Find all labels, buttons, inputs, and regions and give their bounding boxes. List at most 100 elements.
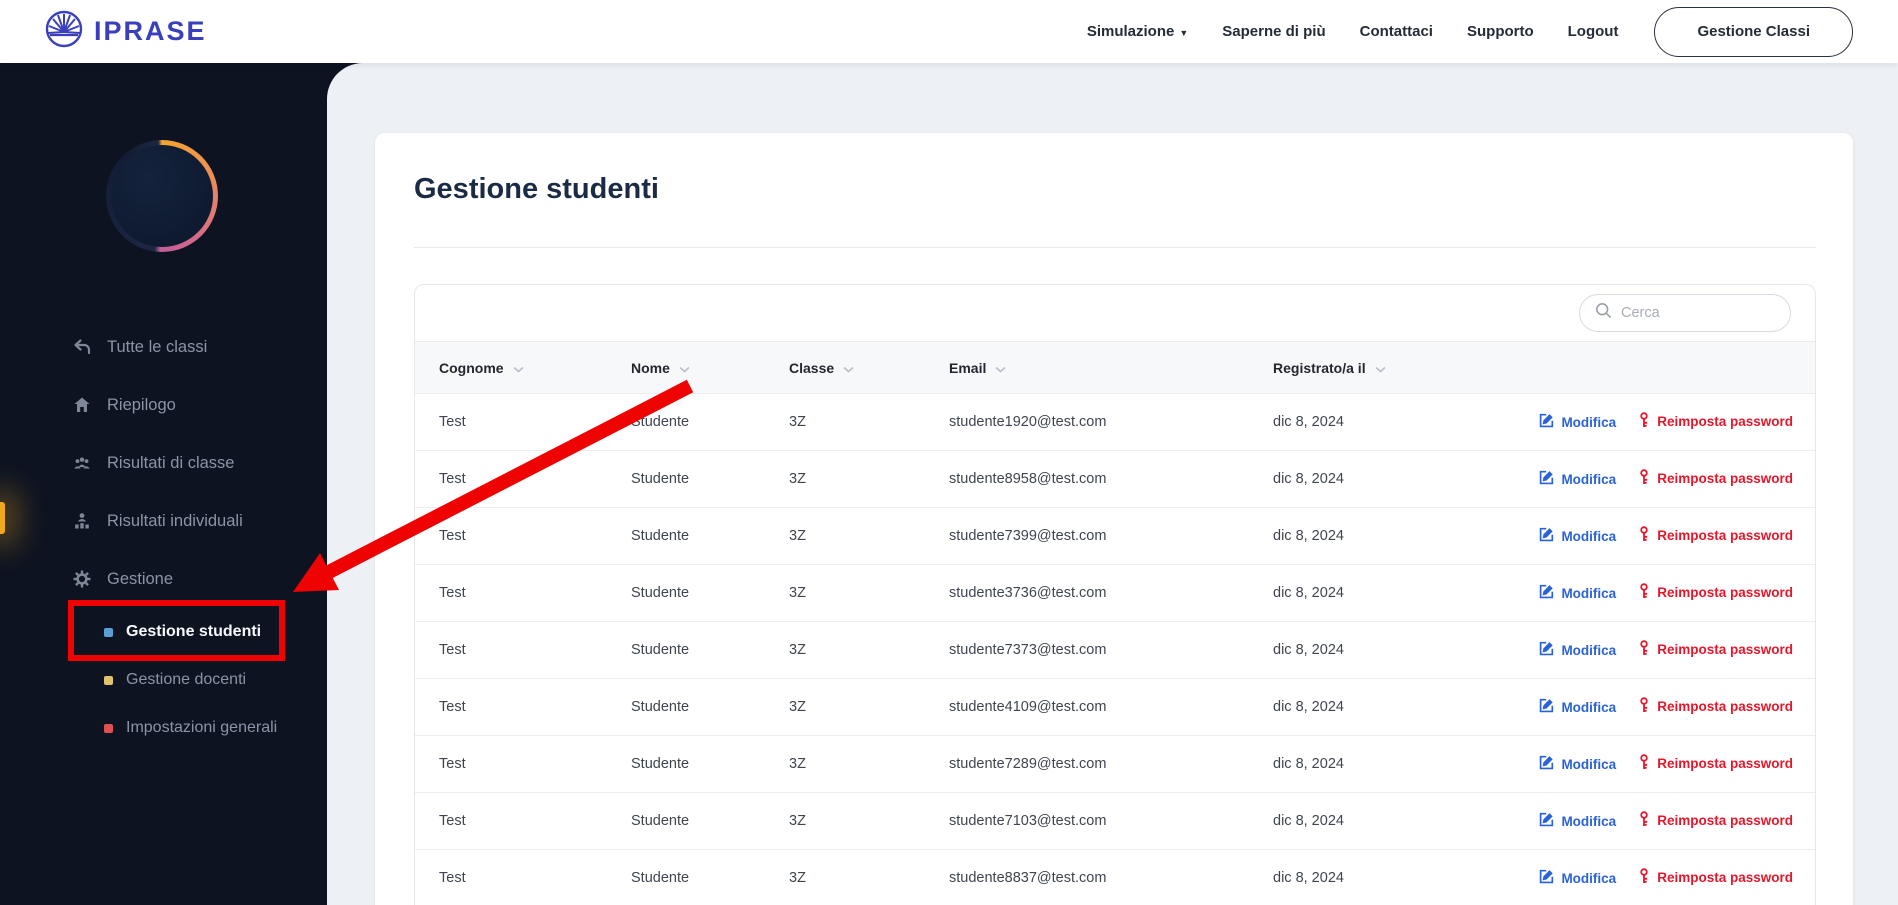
cell-email: studente7399@test.com bbox=[949, 507, 1273, 565]
reimposta-password-link[interactable]: Reimposta password bbox=[1638, 640, 1793, 659]
cell-cognome: Test bbox=[415, 678, 631, 736]
sort-chevron-icon bbox=[513, 360, 524, 376]
dropdown-caret-icon: ▼ bbox=[1179, 28, 1189, 38]
reimposta-password-link[interactable]: Reimposta password bbox=[1638, 526, 1793, 545]
modifica-link[interactable]: Modifica bbox=[1539, 698, 1616, 716]
cell-registrato: dic 8, 2024 bbox=[1273, 678, 1513, 736]
sort-chevron-icon bbox=[679, 360, 690, 376]
cell-nome: Studente bbox=[631, 678, 789, 736]
bullet-icon bbox=[104, 723, 113, 733]
cell-cognome: Test bbox=[415, 735, 631, 793]
column-label: Nome bbox=[631, 359, 670, 376]
cell-nome: Studente bbox=[631, 507, 789, 565]
nav-item-contattaci[interactable]: Contattaci bbox=[1360, 23, 1433, 40]
nav-item-simulazione[interactable]: Simulazione ▼ bbox=[1087, 23, 1188, 40]
column-header-cognome[interactable]: Cognome bbox=[415, 341, 631, 394]
sidebar-item-label: Riepilogo bbox=[107, 395, 176, 414]
brand-logo[interactable]: IPRASE bbox=[44, 8, 207, 55]
sidebar-subitem-impostazioni-generali[interactable]: Impostazioni generali bbox=[0, 704, 327, 752]
cell-nome: Studente bbox=[631, 564, 789, 622]
sidebar-item-tutte-le-classi[interactable]: Tutte le classi bbox=[0, 318, 327, 376]
cell-actions: Modifica Reimposta password bbox=[1513, 507, 1815, 565]
column-header-classe[interactable]: Classe bbox=[789, 341, 949, 394]
nav-item-supporto[interactable]: Supporto bbox=[1467, 23, 1534, 40]
column-label: Email bbox=[949, 359, 987, 376]
search-box[interactable] bbox=[1579, 294, 1791, 332]
reimposta-label: Reimposta password bbox=[1657, 699, 1793, 714]
modifica-link[interactable]: Modifica bbox=[1539, 641, 1616, 659]
sidebar-item-risultati-individuali[interactable]: Risultati individuali bbox=[0, 492, 327, 550]
modifica-link[interactable]: Modifica bbox=[1539, 755, 1616, 773]
search-input[interactable] bbox=[1621, 305, 1775, 321]
reimposta-password-link[interactable]: Reimposta password bbox=[1638, 868, 1793, 887]
bullet-icon bbox=[104, 675, 113, 685]
avatar-inner bbox=[111, 145, 213, 247]
modifica-label: Modifica bbox=[1561, 414, 1617, 430]
sidebar-item-riepilogo[interactable]: Riepilogo bbox=[0, 376, 327, 434]
reimposta-password-link[interactable]: Reimposta password bbox=[1638, 697, 1793, 716]
cell-nome: Studente bbox=[631, 450, 789, 508]
table-row: Test Studente 3Z studente8837@test.com dic 8… bbox=[415, 849, 1815, 905]
nav-item-logout[interactable]: Logout bbox=[1568, 23, 1619, 40]
sidebar-item-gestione[interactable]: Gestione bbox=[0, 550, 327, 608]
cell-cognome: Test bbox=[415, 450, 631, 508]
sidebar-subitem-gestione-docenti[interactable]: Gestione docenti bbox=[0, 656, 327, 704]
cell-registrato: dic 8, 2024 bbox=[1273, 507, 1513, 565]
cell-registrato: dic 8, 2024 bbox=[1273, 849, 1513, 905]
modifica-link[interactable]: Modifica bbox=[1539, 527, 1616, 545]
reimposta-password-link[interactable]: Reimposta password bbox=[1638, 754, 1793, 773]
gestione-classi-button[interactable]: Gestione Classi bbox=[1654, 6, 1853, 57]
cell-actions: Modifica Reimposta password bbox=[1513, 792, 1815, 850]
edit-icon bbox=[1539, 641, 1554, 659]
active-section-indicator bbox=[0, 502, 5, 534]
edit-icon bbox=[1539, 698, 1554, 716]
reimposta-password-link[interactable]: Reimposta password bbox=[1638, 469, 1793, 488]
app-window: IPRASE Simulazione ▼ Saperne di più Contatt… bbox=[0, 0, 1898, 905]
column-header-nome[interactable]: Nome bbox=[631, 341, 789, 394]
modifica-link[interactable]: Modifica bbox=[1539, 812, 1616, 830]
cell-cognome: Test bbox=[415, 393, 631, 451]
avatar[interactable] bbox=[106, 140, 218, 252]
cell-email: studente3736@test.com bbox=[949, 564, 1273, 622]
sidebar-item-label: Risultati di classe bbox=[107, 453, 235, 472]
cell-email: studente7103@test.com bbox=[949, 792, 1273, 850]
nav-item-saperne-di-pi[interactable]: Saperne di più bbox=[1222, 23, 1325, 40]
modifica-link[interactable]: Modifica bbox=[1539, 584, 1616, 602]
reimposta-label: Reimposta password bbox=[1657, 414, 1793, 429]
cell-classe: 3Z bbox=[789, 792, 949, 850]
modifica-label: Modifica bbox=[1561, 585, 1617, 601]
sidebar-menu: Tutte le classi Riepilogo Risultati di cla… bbox=[0, 318, 327, 752]
table-row: Test Studente 3Z studente3736@test.com dic 8… bbox=[415, 564, 1815, 622]
reimposta-label: Reimposta password bbox=[1657, 870, 1793, 885]
sidebar-item-label: Risultati individuali bbox=[107, 511, 243, 530]
search-row bbox=[415, 285, 1815, 341]
sidebar-subitem-gestione-studenti[interactable]: Gestione studenti bbox=[0, 608, 327, 656]
reimposta-password-link[interactable]: Reimposta password bbox=[1638, 412, 1793, 431]
modifica-link[interactable]: Modifica bbox=[1539, 869, 1616, 887]
reimposta-password-link[interactable]: Reimposta password bbox=[1638, 811, 1793, 830]
column-label: Classe bbox=[789, 359, 835, 376]
column-label: Cognome bbox=[439, 359, 504, 376]
key-icon bbox=[1638, 754, 1650, 773]
column-header-registrato-a-il[interactable]: Registrato/a il bbox=[1273, 341, 1513, 394]
modifica-label: Modifica bbox=[1561, 870, 1617, 886]
column-header-email[interactable]: Email bbox=[949, 341, 1273, 394]
modifica-link[interactable]: Modifica bbox=[1539, 413, 1616, 431]
edit-icon bbox=[1539, 812, 1554, 830]
cell-classe: 3Z bbox=[789, 564, 949, 622]
reimposta-label: Reimposta password bbox=[1657, 585, 1793, 600]
edit-icon bbox=[1539, 584, 1554, 602]
modifica-link[interactable]: Modifica bbox=[1539, 470, 1616, 488]
key-icon bbox=[1638, 526, 1650, 545]
cell-actions: Modifica Reimposta password bbox=[1513, 678, 1815, 736]
sidebar-item-risultati-di-classe[interactable]: Risultati di classe bbox=[0, 434, 327, 492]
users-icon bbox=[72, 453, 92, 473]
column-header-actions bbox=[1513, 341, 1815, 394]
cell-actions: Modifica Reimposta password bbox=[1513, 735, 1815, 793]
reimposta-password-link[interactable]: Reimposta password bbox=[1638, 583, 1793, 602]
sidebar-item-label: Tutte le classi bbox=[107, 337, 208, 356]
modifica-label: Modifica bbox=[1561, 699, 1617, 715]
cell-cognome: Test bbox=[415, 621, 631, 679]
cell-nome: Studente bbox=[631, 621, 789, 679]
reimposta-label: Reimposta password bbox=[1657, 471, 1793, 486]
